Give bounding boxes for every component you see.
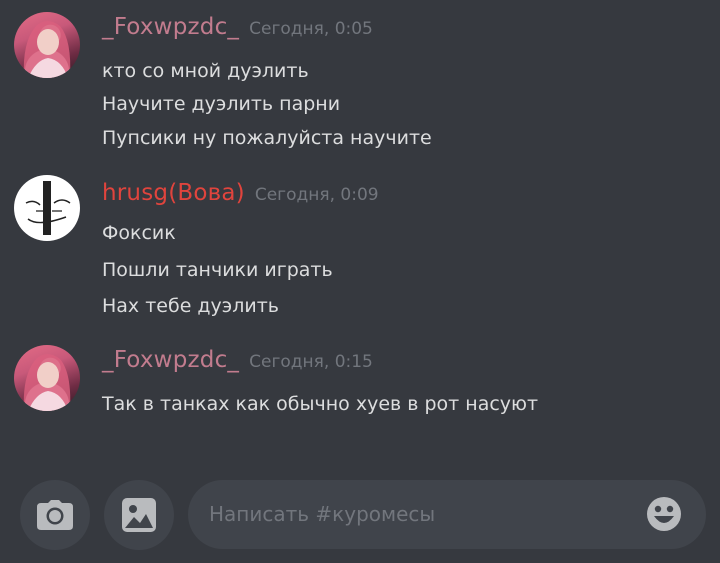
message-text: Так в танках как обычно хуев в рот насую… xyxy=(102,393,539,415)
timestamp: Сегодня, 0:09 xyxy=(254,185,379,205)
message-input[interactable]: Написать #куромесы xyxy=(188,480,706,549)
message-header: _Foxwpzdc_ Сегодня, 0:05 xyxy=(102,14,373,50)
username[interactable]: hrusg(Вова) xyxy=(102,180,245,206)
message-header: _Foxwpzdc_ Сегодня, 0:15 xyxy=(102,347,373,383)
message-input-placeholder: Написать #куромесы xyxy=(209,502,436,526)
avatar[interactable] xyxy=(14,12,80,78)
avatar-image xyxy=(23,21,71,78)
image-icon xyxy=(122,498,156,532)
message-text: кто со мной дуэлить xyxy=(102,60,309,82)
timestamp: Сегодня, 0:05 xyxy=(249,19,373,39)
avatar[interactable] xyxy=(14,345,80,411)
avatar-image xyxy=(23,354,71,411)
image-upload-button[interactable] xyxy=(104,480,174,550)
message-text: Научите дуэлить парни xyxy=(102,93,341,115)
message-list: _Foxwpzdc_ Сегодня, 0:05 кто со мной дуэ… xyxy=(0,0,720,470)
emoji-icon xyxy=(647,497,681,531)
avatar[interactable] xyxy=(14,175,80,241)
emoji-button[interactable] xyxy=(646,496,682,532)
timestamp: Сегодня, 0:15 xyxy=(249,352,373,372)
username[interactable]: _Foxwpzdc_ xyxy=(102,14,239,40)
camera-icon xyxy=(37,500,73,530)
message-text: Нах тебе дуэлить xyxy=(102,295,279,317)
message-text: Пупсики ну пожалуйста научите xyxy=(102,127,432,149)
camera-button[interactable] xyxy=(20,480,90,550)
username[interactable]: _Foxwpzdc_ xyxy=(102,347,239,373)
message-text: Фоксик xyxy=(102,222,176,244)
message-text: Пошли танчики играть xyxy=(102,259,333,281)
logo-icon xyxy=(25,181,71,235)
message-header: hrusg(Вова) Сегодня, 0:09 xyxy=(102,180,379,216)
